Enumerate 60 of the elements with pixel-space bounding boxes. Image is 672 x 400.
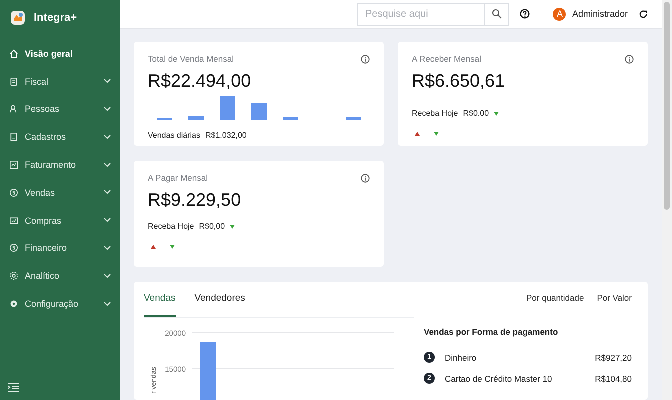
info-icon[interactable] (625, 54, 634, 64)
search-icon (492, 9, 502, 19)
gear-icon (9, 299, 19, 310)
sidebar-item[interactable]: Visão geral (0, 40, 120, 68)
triangle-down-icon (230, 224, 236, 228)
sidebar-item[interactable]: Vendas (0, 178, 120, 207)
footer-label: Receba Hoje (148, 222, 194, 231)
logo-icon (10, 10, 26, 26)
sidebar-item[interactable]: Cadastros (0, 123, 120, 152)
sidebar-item[interactable]: Compras (0, 206, 120, 235)
payment-method: Dinheiro (445, 352, 478, 362)
refresh-icon[interactable] (639, 10, 648, 18)
payment-amount: R$104,80 (595, 374, 632, 384)
triangle-up-icon (151, 245, 156, 249)
brand-name: Integra+ (34, 12, 78, 24)
card-value: R$9.229,50 (148, 190, 242, 211)
chart-bar (200, 342, 216, 400)
footer-value: R$0,00 (199, 222, 226, 231)
footer-value: R$0.00 (463, 109, 490, 118)
card-title: A Pagar Mensal (148, 173, 208, 183)
triangle-down-icon (494, 112, 500, 116)
footer-label: Receba Hoje (412, 109, 458, 118)
triangle-down-icon (170, 245, 175, 249)
footer-value: R$1.032,00 (205, 131, 247, 140)
sidebar-item[interactable]: Fiscal (0, 68, 120, 96)
card-title: A Receber Mensal (412, 54, 482, 64)
footer-label: Vendas diárias (148, 131, 200, 140)
user-avatar[interactable]: A (553, 8, 566, 20)
payment-method: Cartao de Crédito Master 10 (445, 374, 554, 384)
sidebar-item[interactable]: Financeiro (0, 234, 120, 262)
sidebar-item[interactable]: Pessoas (0, 96, 120, 124)
mode-link[interactable]: Por quantidade (526, 292, 584, 302)
home-icon (9, 48, 19, 59)
sidebar-item[interactable]: Analítico (0, 262, 120, 290)
info-icon[interactable] (361, 54, 370, 64)
payments-title: Vendas por Forma de pagamento (424, 327, 560, 337)
search-field[interactable]: Pesquise aqui (357, 2, 510, 26)
sidebar-item[interactable]: Configuração (0, 290, 120, 318)
sidebar-item[interactable]: Faturamento (0, 151, 120, 179)
card-title: Total de Venda Mensal (148, 54, 234, 64)
mode-link[interactable]: Por Valor (597, 292, 632, 302)
people-icon (9, 104, 19, 114)
triangle-up-icon (415, 132, 420, 136)
document-icon (9, 76, 19, 87)
collapse-menu-icon[interactable] (8, 383, 19, 392)
chart-icon (9, 216, 19, 226)
card-value: R$6.650,61 (412, 71, 506, 92)
card-value: R$22.494,00 (148, 71, 252, 92)
triangle-down-icon (434, 132, 439, 136)
tab[interactable]: Vendas (144, 293, 176, 317)
help-icon[interactable] (520, 9, 530, 19)
user-name[interactable]: Administrador (572, 9, 628, 19)
info-icon[interactable] (361, 174, 370, 182)
coin-icon (9, 243, 19, 254)
scrollbar-thumb[interactable] (664, 2, 670, 210)
coin-icon (9, 188, 19, 198)
book-icon (9, 132, 19, 142)
chart-icon (9, 160, 19, 170)
tab[interactable]: Vendedores (194, 293, 246, 317)
payment-amount: R$927,20 (595, 352, 632, 362)
